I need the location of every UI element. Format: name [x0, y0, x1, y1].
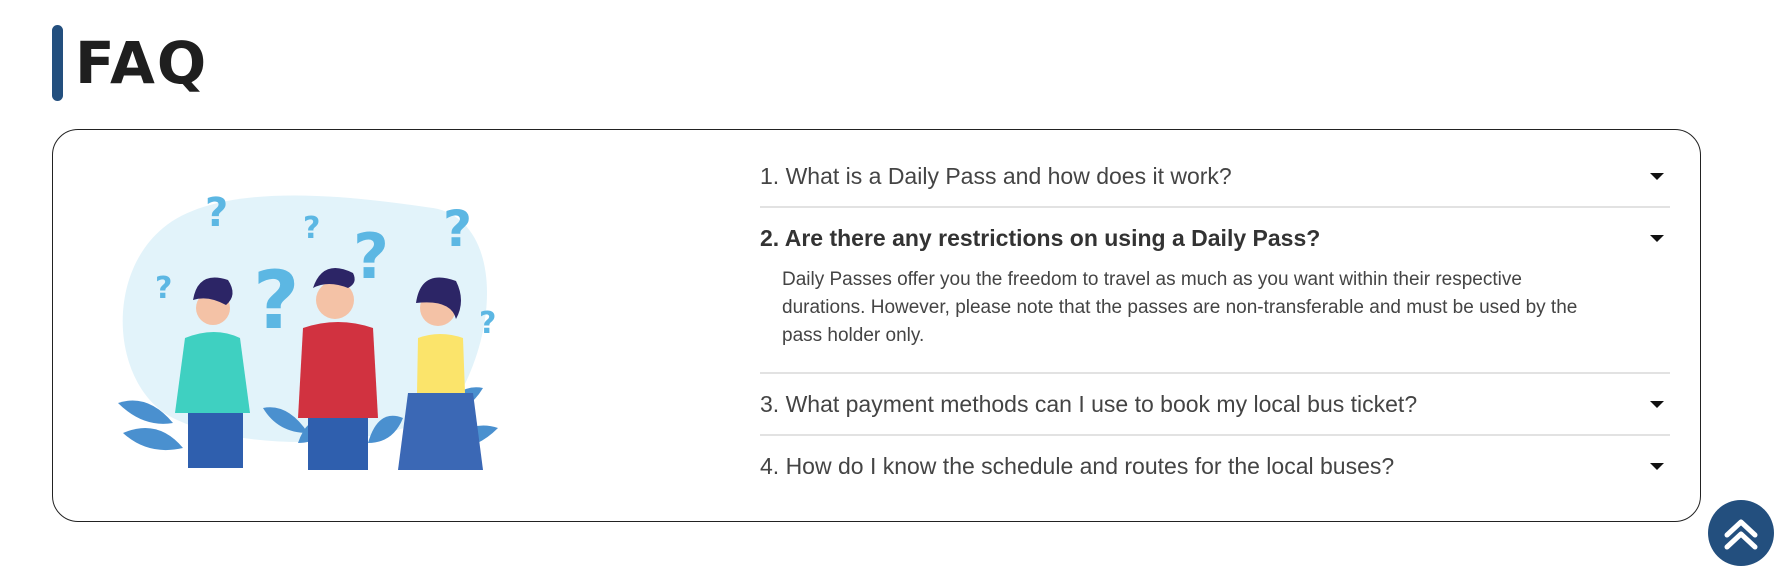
faq-answer-2: Daily Passes offer you the freedom to tr… [782, 269, 1578, 346]
caret-down-icon[interactable] [1650, 234, 1664, 242]
caret-down-icon[interactable] [1650, 172, 1664, 180]
faq-item-4: 4. How do I know the schedule and routes… [760, 436, 1670, 496]
page-title: FAQ [75, 29, 209, 97]
svg-text:?: ? [303, 211, 320, 246]
faq-accordion: 1. What is a Daily Pass and how does it … [760, 130, 1670, 496]
faq-question-2[interactable]: 2. Are there any restrictions on using a… [760, 208, 1670, 268]
faq-question-text: 1. What is a Daily Pass and how does it … [760, 162, 1232, 189]
confused-people-illustration: ? ? ? ? ? ? ? [118, 190, 498, 470]
scroll-to-top-button[interactable] [1708, 500, 1774, 566]
svg-text:?: ? [205, 190, 228, 236]
svg-text:?: ? [443, 200, 472, 258]
faq-item-2: 2. Are there any restrictions on using a… [760, 208, 1670, 374]
faq-question-text: 4. How do I know the schedule and routes… [760, 452, 1395, 479]
title-accent-bar [52, 25, 63, 101]
caret-down-icon[interactable] [1650, 400, 1664, 408]
faq-item-1: 1. What is a Daily Pass and how does it … [760, 146, 1670, 208]
double-chevron-up-icon [1724, 519, 1758, 550]
svg-text:?: ? [353, 220, 389, 293]
faq-card: ? ? ? ? ? ? ? 1. What is a Daily Pass an… [52, 129, 1701, 522]
faq-header: FAQ [52, 25, 208, 101]
faq-item-3: 3. What payment methods can I use to boo… [760, 374, 1670, 436]
svg-text:?: ? [479, 306, 496, 341]
svg-text:?: ? [253, 254, 299, 347]
svg-text:?: ? [155, 271, 172, 306]
faq-question-text: 3. What payment methods can I use to boo… [760, 390, 1418, 417]
faq-question-3[interactable]: 3. What payment methods can I use to boo… [760, 374, 1670, 434]
faq-question-text: 2. Are there any restrictions on using a… [760, 224, 1321, 251]
faq-question-1[interactable]: 1. What is a Daily Pass and how does it … [760, 146, 1670, 206]
faq-question-4[interactable]: 4. How do I know the schedule and routes… [760, 436, 1670, 496]
caret-down-icon[interactable] [1650, 462, 1664, 470]
